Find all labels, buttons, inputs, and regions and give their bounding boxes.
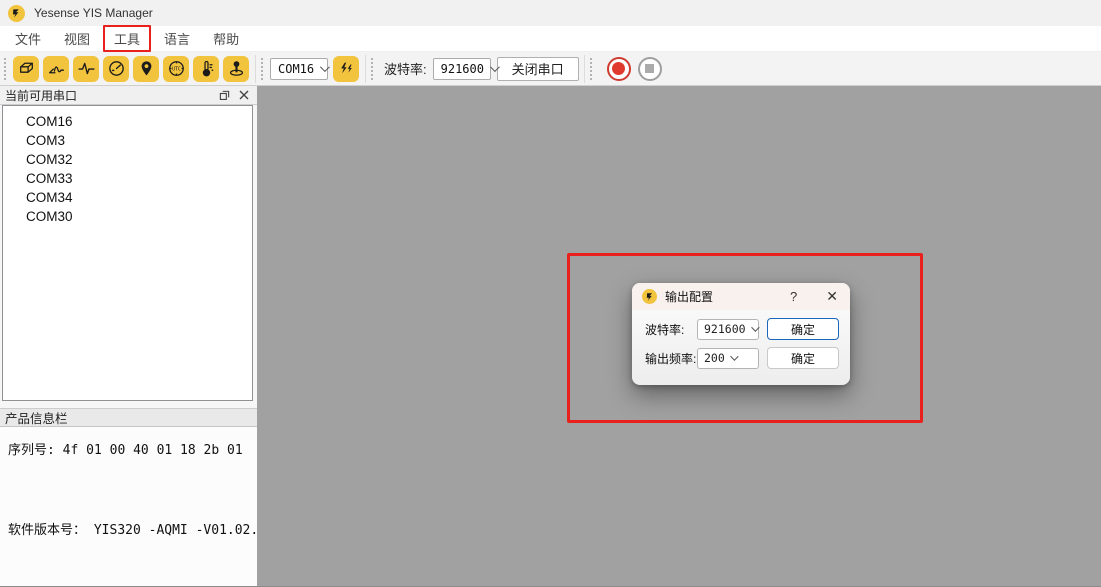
thermometer-icon[interactable] (193, 56, 219, 82)
port-list-item[interactable]: COM16 (3, 112, 252, 131)
menu-bar: 文件 视图 工具 语言 帮助 (0, 26, 1101, 52)
window-title: Yesense YIS Manager (34, 6, 153, 20)
port-select[interactable]: COM16 (270, 58, 328, 80)
confirm-frequency-button[interactable]: 确定 (767, 347, 839, 369)
baud-rate-select[interactable]: 921600 (433, 58, 491, 80)
toolbar-divider (365, 55, 366, 83)
available-port-list: COM16 COM3 COM32 COM33 COM34 COM30 (2, 105, 253, 401)
toolbar-grip[interactable] (590, 58, 595, 80)
app-logo-icon (8, 5, 25, 22)
dialog-baud-value: 921600 (704, 322, 746, 336)
close-panel-icon[interactable] (236, 88, 252, 103)
firmware-version-line: 软件版本号： YIS320 -AQMI -V01.02.03; (8, 519, 249, 538)
dialog-title: 输出配置 (665, 288, 713, 305)
svg-text:UTC: UTC (172, 67, 181, 73)
serial-number-label: 序列号: (8, 443, 55, 458)
serial-port-dock-panel: 当前可用串口 COM16 COM3 COM32 COM33 COM34 COM3… (0, 86, 257, 586)
3d-box-icon[interactable] (13, 56, 39, 82)
serial-number-value: 4f 01 00 40 01 18 2b 01 (63, 443, 243, 458)
toolbar-grip[interactable] (371, 58, 376, 80)
toolbar-divider (584, 55, 585, 83)
baud-rate-label: 波特率: (384, 59, 427, 78)
firmware-version-label: 软件版本号： (8, 523, 86, 538)
dock-title: 当前可用串口 (5, 87, 77, 104)
baud-rate-row: 波特率: 921600 确定 (645, 318, 839, 340)
chevron-down-icon (730, 352, 738, 360)
title-bar: Yesense YIS Manager (0, 0, 1101, 26)
content-area: 当前可用串口 COM16 COM3 COM32 COM33 COM34 COM3… (0, 86, 1101, 586)
output-config-dialog: 输出配置 ? ✕ 波特率: 921600 确定 输出频率: (632, 283, 850, 385)
port-list-item[interactable]: COM32 (3, 150, 252, 169)
port-list-item[interactable]: COM30 (3, 207, 252, 226)
menu-help[interactable]: 帮助 (203, 26, 249, 51)
port-list-item[interactable]: COM3 (3, 131, 252, 150)
help-icon[interactable]: ? (790, 289, 797, 304)
toolbar-grip[interactable] (261, 58, 266, 80)
dialog-frequency-label: 输出频率: (645, 350, 696, 367)
product-info-body: 序列号: 4f 01 00 40 01 18 2b 01 软件版本号： YIS3… (0, 427, 257, 586)
toolbar: UTC COM16 波特率: (0, 52, 1101, 86)
joystick-level-icon[interactable] (223, 56, 249, 82)
dock-header: 当前可用串口 (0, 86, 257, 105)
toolbar-grip[interactable] (4, 58, 9, 80)
waveform-icon[interactable] (73, 56, 99, 82)
toolbar-divider (255, 55, 256, 83)
stop-icon (645, 64, 654, 73)
dialog-baud-select[interactable]: 921600 (697, 319, 759, 340)
attitude-curve-icon[interactable] (43, 56, 69, 82)
dialog-baud-label: 波特率: (645, 321, 684, 338)
panel-splitter[interactable] (0, 401, 257, 408)
menu-tools[interactable]: 工具 (103, 25, 151, 52)
product-info-header: 产品信息栏 (0, 408, 257, 427)
firmware-version-value: YIS320 -AQMI -V01.02.03; (94, 523, 282, 538)
product-info-title: 产品信息栏 (5, 408, 68, 427)
serial-number-line: 序列号: 4f 01 00 40 01 18 2b 01 (8, 439, 249, 458)
utc-clock-icon[interactable]: UTC (163, 56, 189, 82)
chevron-down-icon (751, 323, 759, 331)
menu-file[interactable]: 文件 (5, 26, 51, 51)
close-serial-button[interactable]: 关闭串口 (497, 57, 579, 81)
dialog-title-bar[interactable]: 输出配置 ? ✕ (632, 283, 850, 310)
refresh-sync-icon[interactable] (333, 56, 359, 82)
dialog-frequency-select[interactable]: 200 (697, 348, 759, 369)
record-button[interactable] (607, 57, 631, 81)
record-icon (612, 62, 625, 75)
dialog-logo-icon (642, 289, 657, 304)
chevron-down-icon (320, 62, 330, 72)
location-pin-icon[interactable] (133, 56, 159, 82)
float-panel-icon[interactable] (216, 88, 232, 103)
port-list-item[interactable]: COM34 (3, 188, 252, 207)
menu-language[interactable]: 语言 (154, 26, 200, 51)
app-window: Yesense YIS Manager 文件 视图 工具 语言 帮助 (0, 0, 1101, 587)
dashboard-gauge-icon[interactable] (103, 56, 129, 82)
menu-view[interactable]: 视图 (54, 26, 100, 51)
baud-rate-value: 921600 (441, 62, 484, 76)
port-list-item[interactable]: COM33 (3, 169, 252, 188)
close-icon[interactable]: ✕ (826, 288, 838, 305)
dialog-body: 波特率: 921600 确定 输出频率: 200 确定 (632, 310, 850, 369)
dialog-frequency-value: 200 (704, 351, 725, 365)
workspace: 输出配置 ? ✕ 波特率: 921600 确定 输出频率: (257, 86, 1101, 586)
output-frequency-row: 输出频率: 200 确定 (645, 347, 839, 369)
stop-button[interactable] (638, 57, 662, 81)
confirm-baud-button[interactable]: 确定 (767, 318, 839, 340)
port-select-value: COM16 (278, 62, 314, 76)
